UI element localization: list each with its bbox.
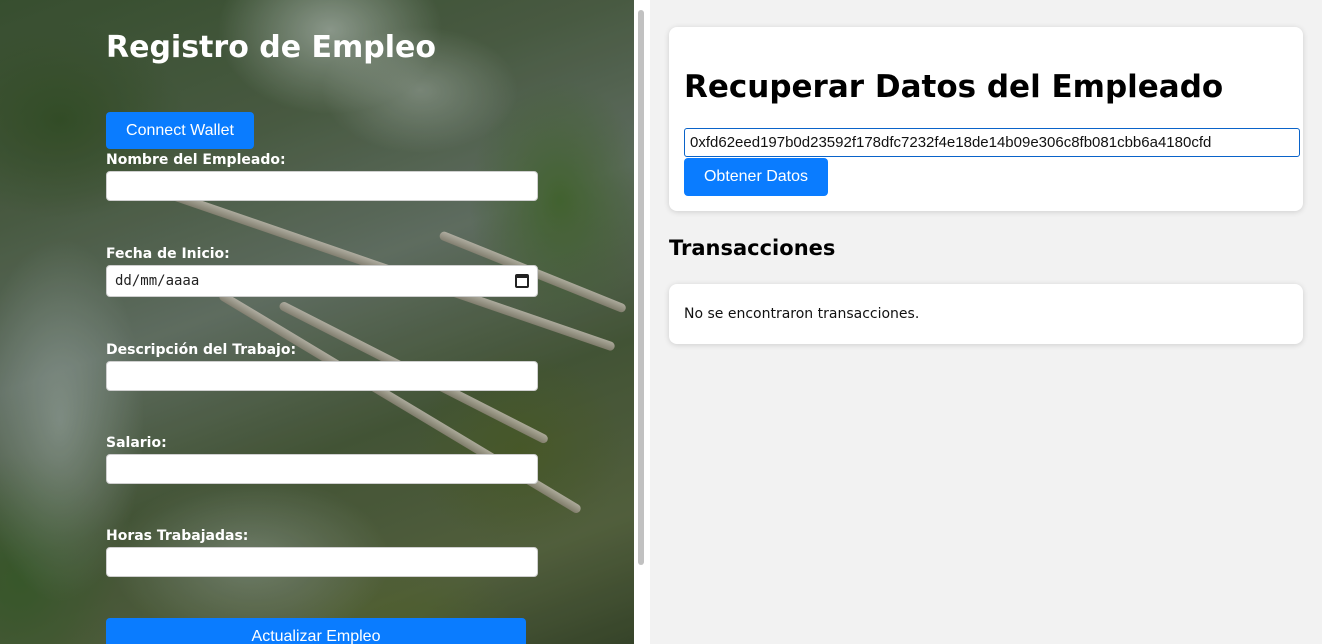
get-data-button[interactable]: Obtener Datos <box>684 158 828 196</box>
salary-input[interactable] <box>106 454 538 484</box>
form-title: Registro de Empleo <box>106 30 436 65</box>
transactions-card: No se encontraron transacciones. <box>669 284 1303 344</box>
date-placeholder: dd/mm/aaaa <box>115 273 200 289</box>
scrollbar-thumb[interactable] <box>638 10 644 565</box>
salary-label: Salario: <box>106 435 167 451</box>
employee-name-label: Nombre del Empleado: <box>106 152 286 168</box>
job-description-label: Descripción del Trabajo: <box>106 342 297 358</box>
start-date-input[interactable]: dd/mm/aaaa <box>106 265 538 297</box>
employee-name-input[interactable] <box>106 171 538 201</box>
update-employment-button[interactable]: Actualizar Empleo <box>106 618 526 644</box>
retrieve-title: Recuperar Datos del Empleado <box>684 69 1224 105</box>
scrollbar[interactable] <box>634 0 650 644</box>
calendar-icon[interactable] <box>515 274 529 288</box>
job-description-input[interactable] <box>106 361 538 391</box>
transactions-title: Transacciones <box>669 236 836 260</box>
retrieve-data-card: Recuperar Datos del Empleado 0xfd62eed19… <box>669 27 1303 211</box>
hours-worked-input[interactable] <box>106 547 538 577</box>
form-panel: Registro de Empleo Connect Wallet Nombre… <box>0 0 634 644</box>
start-date-label: Fecha de Inicio: <box>106 246 230 262</box>
connect-wallet-button[interactable]: Connect Wallet <box>106 112 254 149</box>
no-transactions-message: No se encontraron transacciones. <box>684 306 920 322</box>
transaction-hash-input[interactable]: 0xfd62eed197b0d23592f178dfc7232f4e18de14… <box>684 128 1300 157</box>
hours-worked-label: Horas Trabajadas: <box>106 528 249 544</box>
